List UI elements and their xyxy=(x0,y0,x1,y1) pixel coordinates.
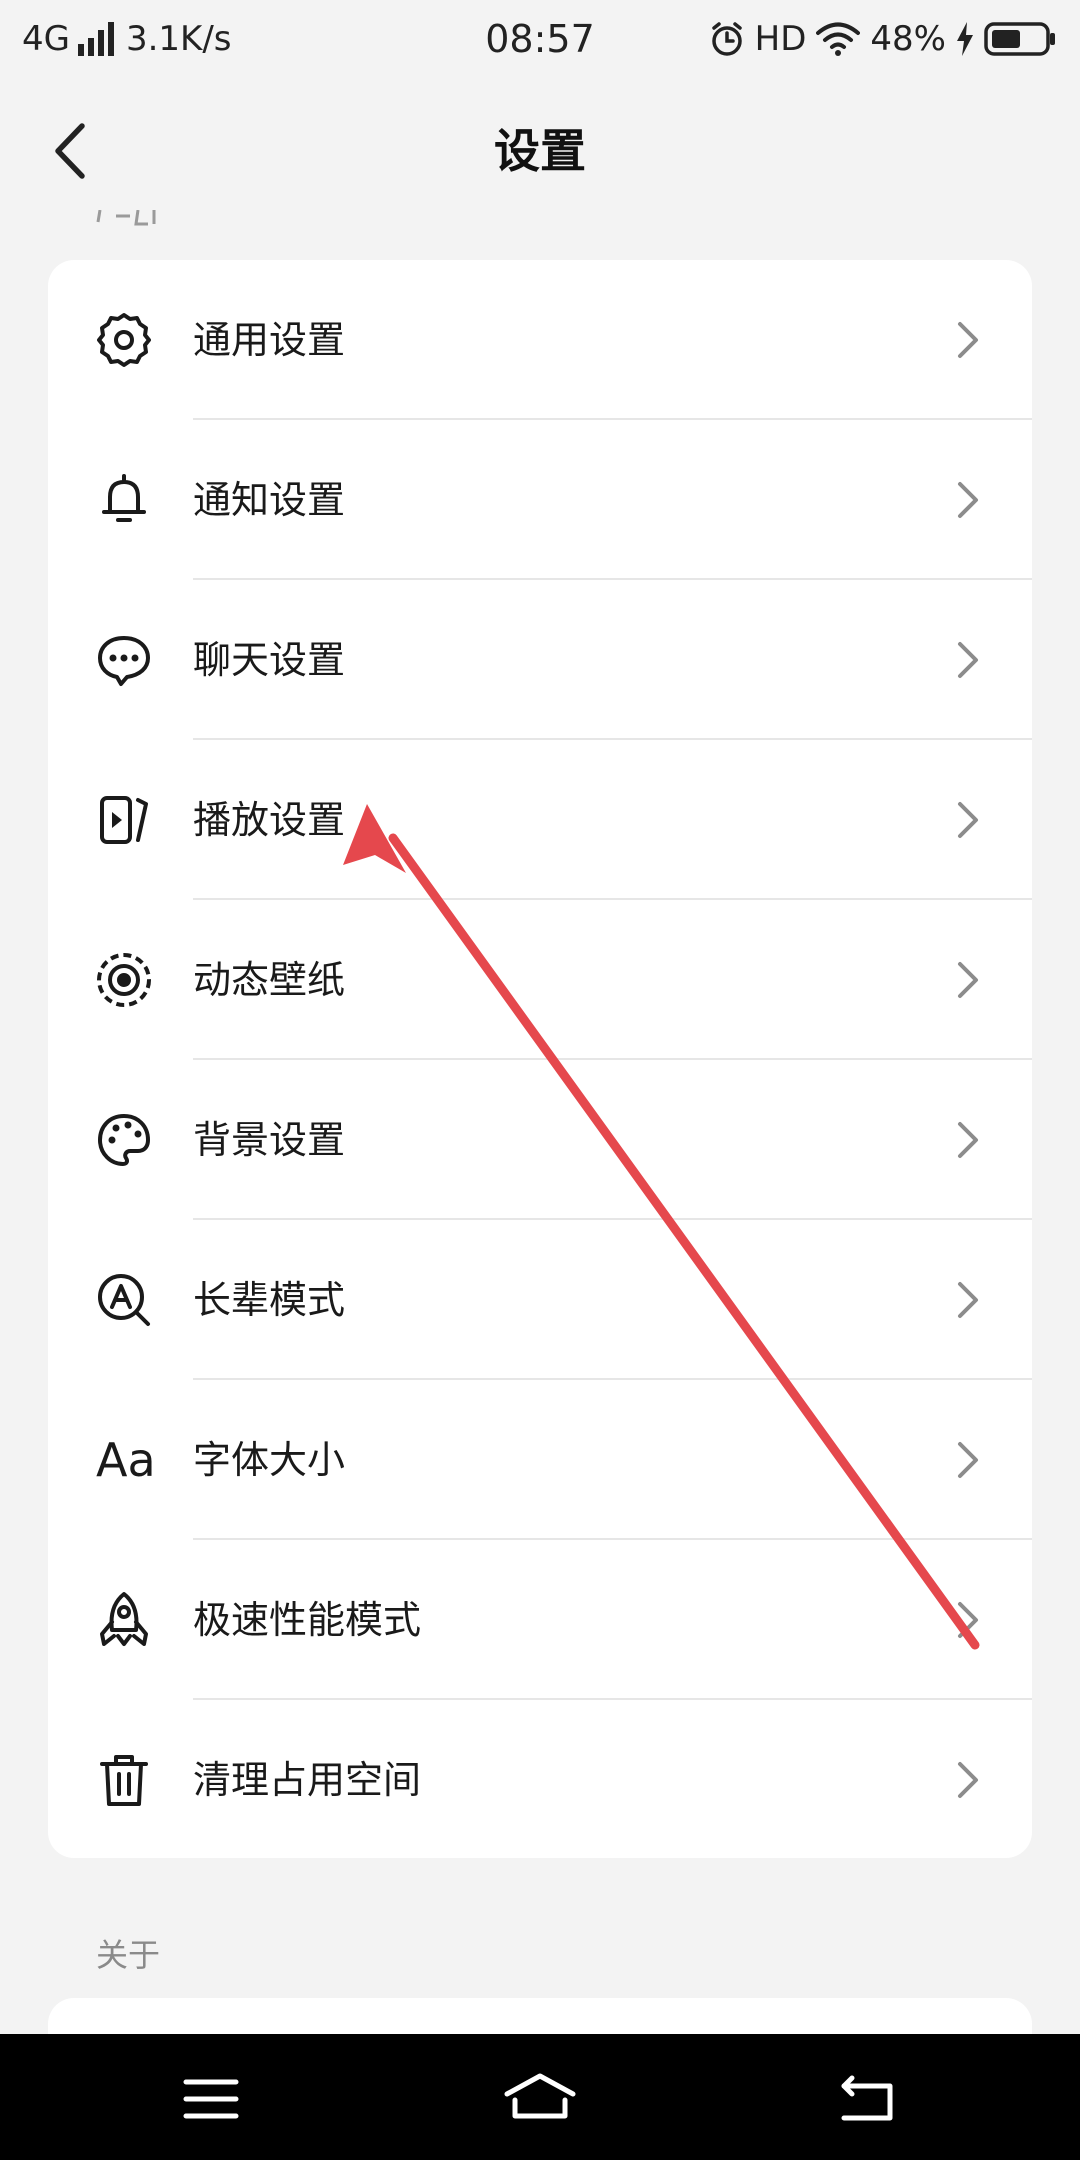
live-wallpaper-icon xyxy=(94,950,154,1010)
setting-row-clear-storage[interactable]: 清理占用空间 xyxy=(48,1700,1032,1858)
menu-icon[interactable] xyxy=(166,2064,256,2134)
battery-icon xyxy=(984,22,1055,56)
scrolled-section-heading xyxy=(96,210,176,230)
chevron-right-icon xyxy=(958,1762,978,1798)
chevron-right-icon xyxy=(958,1122,978,1158)
setting-row-elder-mode[interactable]: 长辈模式 xyxy=(48,1220,1032,1380)
chevron-right-icon xyxy=(958,962,978,998)
charging-icon xyxy=(957,22,973,56)
setting-label: 通用设置 xyxy=(193,318,346,362)
setting-row-general[interactable]: 通用设置 xyxy=(48,260,1032,420)
chevron-right-icon xyxy=(958,1442,978,1478)
setting-label: 通知设置 xyxy=(193,478,346,522)
gear-icon xyxy=(94,310,154,370)
system-nav-bar xyxy=(0,2034,1080,2160)
chat-bubble-icon xyxy=(94,630,154,690)
chevron-right-icon xyxy=(958,482,978,518)
general-settings-card: 通用设置 通知设置 聊天设置 播放设置 动态壁纸 背景设置 长辈模式 Aa 字体… xyxy=(48,260,1032,1858)
page-title: 设置 xyxy=(494,124,586,178)
wifi-icon xyxy=(816,22,861,56)
setting-label: 背景设置 xyxy=(193,1118,346,1162)
battery-percent: 48% xyxy=(870,19,946,59)
setting-label: 清理占用空间 xyxy=(193,1758,422,1802)
setting-label: 动态壁纸 xyxy=(193,958,346,1002)
setting-label: 聊天设置 xyxy=(193,638,346,682)
trash-icon xyxy=(94,1750,154,1810)
chevron-right-icon xyxy=(958,642,978,678)
app-header: 设置 xyxy=(0,76,1080,226)
setting-row-chat[interactable]: 聊天设置 xyxy=(48,580,1032,740)
chevron-right-icon xyxy=(958,322,978,358)
play-screen-icon xyxy=(94,790,154,850)
chevron-right-icon xyxy=(958,1602,978,1638)
setting-label: 播放设置 xyxy=(193,798,346,842)
chevron-right-icon xyxy=(958,1282,978,1318)
bell-icon xyxy=(94,470,154,530)
font-size-icon: Aa xyxy=(96,1433,156,1487)
home-icon[interactable] xyxy=(495,2064,585,2134)
alarm-icon xyxy=(711,22,742,56)
setting-label: 长辈模式 xyxy=(193,1278,346,1322)
setting-row-playback[interactable]: 播放设置 xyxy=(48,740,1032,900)
chevron-right-icon xyxy=(958,802,978,838)
setting-label: 极速性能模式 xyxy=(193,1598,422,1642)
elder-mode-icon xyxy=(94,1270,154,1330)
palette-icon xyxy=(94,1110,154,1170)
rocket-icon xyxy=(94,1590,154,1650)
setting-row-notifications[interactable]: 通知设置 xyxy=(48,420,1032,580)
section-heading-about: 关于 xyxy=(96,1936,161,1974)
setting-row-background[interactable]: 背景设置 xyxy=(48,1060,1032,1220)
setting-row-font-size[interactable]: Aa 字体大小 xyxy=(48,1380,1032,1540)
status-bar: 4G 3.1K/s 08:57 HD 48% xyxy=(0,0,1080,76)
hd-badge: HD xyxy=(754,19,807,59)
back-nav-icon[interactable] xyxy=(822,2064,912,2134)
setting-label: 字体大小 xyxy=(193,1438,346,1482)
setting-row-performance-mode[interactable]: 极速性能模式 xyxy=(48,1540,1032,1700)
setting-row-live-wallpaper[interactable]: 动态壁纸 xyxy=(48,900,1032,1060)
